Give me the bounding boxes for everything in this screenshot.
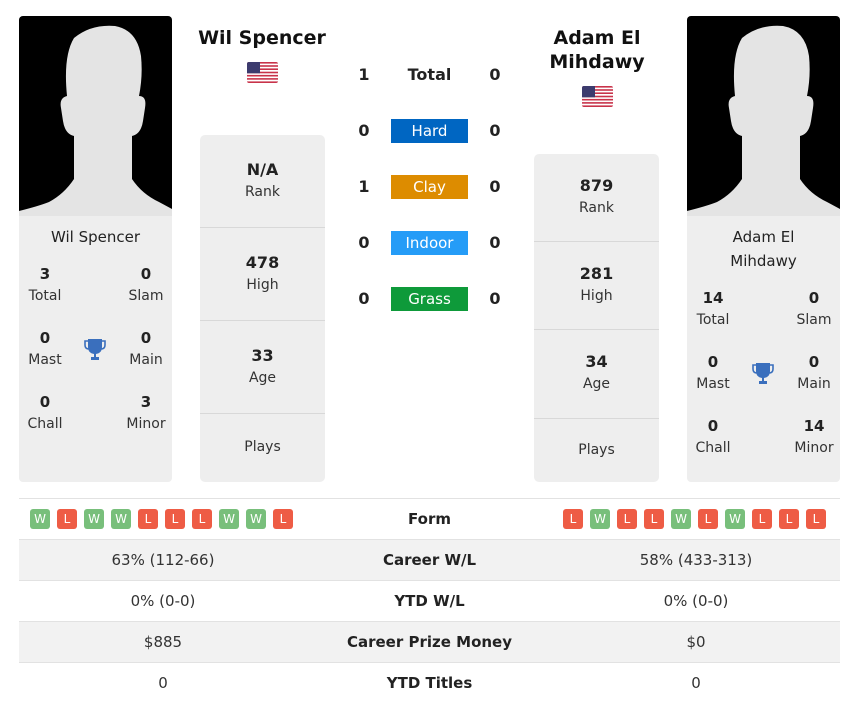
player2-titles-total: 14 Total bbox=[696, 289, 730, 328]
form-win-badge[interactable]: W bbox=[219, 509, 239, 529]
avatar-silhouette-icon bbox=[19, 25, 172, 216]
player2-titles-slam: 0 Slam bbox=[796, 289, 832, 328]
h2h-row-clay: 1 Clay 0 bbox=[340, 175, 520, 199]
player1-rank: N/A Rank bbox=[200, 135, 325, 228]
player1-titles-mast: 0 Mast bbox=[28, 329, 62, 368]
player1-age: 33 Age bbox=[200, 321, 325, 414]
trophy-icon bbox=[750, 361, 776, 387]
player1-value: 63% (112-66) bbox=[111, 551, 215, 569]
form-win-badge[interactable]: W bbox=[246, 509, 266, 529]
surface-total-label: Total bbox=[407, 65, 452, 84]
player1-form: W L W W L L L W W L bbox=[30, 509, 293, 529]
player1-titles: 3 Total 0 Slam 0 Mast 0 Main 0 Chall 3 M… bbox=[19, 257, 172, 457]
form-win-badge[interactable]: W bbox=[671, 509, 691, 529]
player2-titles-minor: 14 Minor bbox=[794, 417, 834, 456]
player1-name-heading[interactable]: Wil Spencer bbox=[182, 26, 342, 50]
avatar-silhouette-icon bbox=[687, 25, 840, 216]
row-label: YTD W/L bbox=[394, 592, 465, 610]
player1-value: 0% (0-0) bbox=[130, 592, 196, 610]
surface-grass-badge[interactable]: Grass bbox=[391, 287, 468, 311]
trophy-icon bbox=[82, 337, 108, 363]
row-label: YTD Titles bbox=[386, 674, 473, 692]
form-win-badge[interactable]: W bbox=[111, 509, 131, 529]
h2h-row-grass: 0 Grass 0 bbox=[340, 287, 520, 311]
surface-indoor-badge[interactable]: Indoor bbox=[391, 231, 468, 255]
player2-age: 34 Age bbox=[534, 330, 659, 419]
player2-card: Adam El Mihdawy 14 Total 0 Slam 0 Mast 0… bbox=[687, 16, 840, 482]
form-loss-badge[interactable]: L bbox=[165, 509, 185, 529]
player2-rank: 879 Rank bbox=[534, 154, 659, 242]
row-label: Career Prize Money bbox=[346, 633, 512, 651]
player1-titles-minor: 3 Minor bbox=[126, 393, 166, 432]
form-loss-badge[interactable]: L bbox=[192, 509, 212, 529]
player1-plays: Plays bbox=[244, 439, 281, 455]
player1-titles-total: 3 Total bbox=[28, 265, 62, 304]
surface-clay-badge[interactable]: Clay bbox=[391, 175, 468, 199]
us-flag-icon bbox=[247, 62, 278, 83]
surface-hard-badge[interactable]: Hard bbox=[391, 119, 468, 143]
player2-stats: 879 Rank 281 High 34 Age Plays bbox=[534, 154, 659, 482]
form-loss-badge[interactable]: L bbox=[806, 509, 826, 529]
player1-value: 0 bbox=[158, 674, 168, 692]
player1-value: $885 bbox=[143, 633, 183, 651]
form-loss-badge[interactable]: L bbox=[617, 509, 637, 529]
player2-high: 281 High bbox=[534, 242, 659, 330]
player1-photo[interactable] bbox=[19, 16, 172, 216]
table-row-ytd-titles: 0 YTD Titles 0 bbox=[19, 662, 840, 703]
player2-name-heading[interactable]: Adam El Mihdawy bbox=[517, 26, 677, 74]
h2h-row-indoor: 0 Indoor 0 bbox=[340, 231, 520, 255]
table-row-career-wl: 63% (112-66) Career W/L 58% (433-313) bbox=[19, 539, 840, 580]
form-loss-badge[interactable]: L bbox=[779, 509, 799, 529]
player2-photo[interactable] bbox=[687, 16, 840, 216]
player2-plays: Plays bbox=[578, 442, 615, 458]
player2-form: L W L L W L W L L L bbox=[563, 509, 826, 529]
player2-value: 58% (433-313) bbox=[639, 551, 753, 569]
player2-value: 0% (0-0) bbox=[663, 592, 729, 610]
player2-titles: 14 Total 0 Slam 0 Mast 0 Main 0 Chall 14… bbox=[687, 281, 840, 481]
player2-value: 0 bbox=[691, 674, 701, 692]
form-win-badge[interactable]: W bbox=[590, 509, 610, 529]
player1-stats: N/A Rank 478 High 33 Age Plays bbox=[200, 135, 325, 482]
player1-card: Wil Spencer 3 Total 0 Slam 0 Mast 0 Main… bbox=[19, 16, 172, 482]
player2-card-name[interactable]: Adam El Mihdawy bbox=[687, 216, 840, 273]
player1-card-name[interactable]: Wil Spencer bbox=[19, 216, 172, 249]
form-loss-badge[interactable]: L bbox=[752, 509, 772, 529]
player2-titles-main: 0 Main bbox=[797, 353, 831, 392]
row-label: Career W/L bbox=[382, 551, 477, 569]
player1-titles-slam: 0 Slam bbox=[128, 265, 164, 304]
h2h-row-hard: 0 Hard 0 bbox=[340, 119, 520, 143]
player2-titles-chall: 0 Chall bbox=[695, 417, 731, 456]
row-label: Form bbox=[408, 510, 451, 528]
form-loss-badge[interactable]: L bbox=[698, 509, 718, 529]
table-row-form: W L W W L L L W W L Form L W L L W L W L… bbox=[19, 498, 840, 539]
table-row-prize-money: $885 Career Prize Money $0 bbox=[19, 621, 840, 662]
player2-titles-mast: 0 Mast bbox=[696, 353, 730, 392]
player1-titles-chall: 0 Chall bbox=[27, 393, 63, 432]
comparison-table: W L W W L L L W W L Form L W L L W L W L… bbox=[19, 498, 840, 703]
form-loss-badge[interactable]: L bbox=[644, 509, 664, 529]
form-win-badge[interactable]: W bbox=[725, 509, 745, 529]
table-row-ytd-wl: 0% (0-0) YTD W/L 0% (0-0) bbox=[19, 580, 840, 621]
form-loss-badge[interactable]: L bbox=[563, 509, 583, 529]
player1-high: 478 High bbox=[200, 228, 325, 321]
form-win-badge[interactable]: W bbox=[30, 509, 50, 529]
form-loss-badge[interactable]: L bbox=[57, 509, 77, 529]
player2-value: $0 bbox=[686, 633, 706, 651]
form-loss-badge[interactable]: L bbox=[138, 509, 158, 529]
h2h-row-total: 1 Total 0 bbox=[340, 63, 520, 87]
player1-titles-main: 0 Main bbox=[129, 329, 163, 368]
form-win-badge[interactable]: W bbox=[84, 509, 104, 529]
us-flag-icon bbox=[582, 86, 613, 107]
form-loss-badge[interactable]: L bbox=[273, 509, 293, 529]
